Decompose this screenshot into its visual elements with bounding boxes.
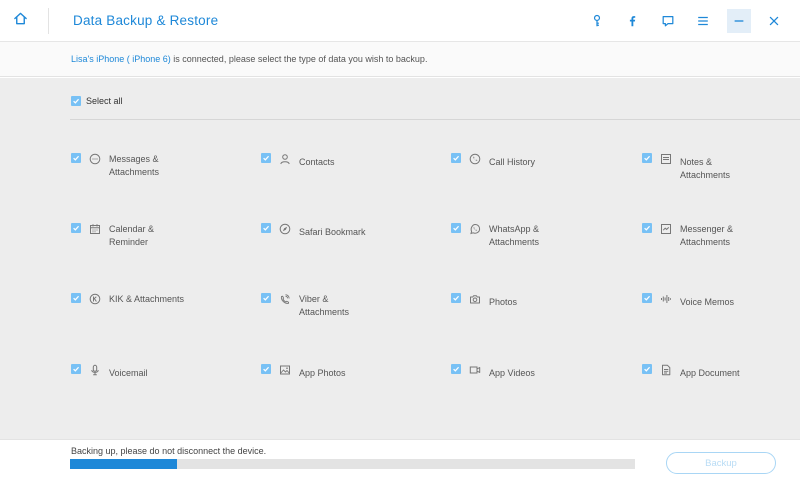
data-type-label: App Photos [299, 368, 346, 378]
progress-bar-fill [70, 459, 178, 469]
data-type-label: App Document [680, 368, 740, 378]
home-icon [13, 11, 28, 31]
compass-icon [279, 223, 291, 235]
checkbox-checked-icon [261, 223, 271, 233]
connection-status: Lisa's iPhone ( iPhone 6) is connected, … [71, 54, 427, 64]
image-icon [279, 364, 291, 376]
checkbox-checked-icon [71, 293, 81, 303]
data-type-voicemail[interactable]: Voicemail [71, 364, 189, 380]
data-type-label: WhatsApp & Attachments [489, 224, 540, 247]
checkbox-checked-icon [451, 153, 461, 163]
data-type-messages[interactable]: Messages & Attachments [71, 153, 189, 178]
note-icon [660, 153, 672, 165]
minimize-icon[interactable] [726, 9, 751, 33]
checkbox-checked-icon [451, 293, 461, 303]
data-type-photos[interactable]: Photos [451, 293, 569, 309]
contact-icon [279, 153, 291, 165]
checkbox-checked-icon [71, 223, 81, 233]
data-type-label: Messenger & Attachments [680, 224, 734, 247]
data-type-label: KIK & Attachments [109, 294, 185, 304]
checkbox-checked-icon [71, 364, 81, 374]
data-type-label: Notes & Attachments [680, 157, 731, 180]
data-type-label: Messages & Attachments [109, 154, 160, 177]
calendar-icon [89, 223, 101, 235]
data-type-calendar[interactable]: Calendar & Reminder [71, 223, 189, 248]
checkbox-checked-icon [451, 364, 461, 374]
app-title: Data Backup & Restore [73, 13, 219, 28]
menu-icon[interactable] [691, 9, 715, 33]
data-type-panel: Select all Messages & Attachments Contac… [0, 78, 800, 439]
select-all-checkbox[interactable]: Select all [71, 96, 123, 106]
data-type-label: App Videos [489, 368, 535, 378]
message-icon [89, 153, 101, 165]
backup-footer: Backing up, please do not disconnect the… [0, 439, 800, 484]
data-type-label: Safari Bookmark [299, 227, 366, 237]
data-type-viber[interactable]: Viber & Attachments [261, 293, 379, 318]
checkbox-checked-icon [642, 153, 652, 163]
select-all-label: Select all [86, 96, 123, 106]
messenger-icon [660, 223, 672, 235]
video-icon [469, 364, 481, 376]
waveform-icon [660, 293, 672, 305]
device-name: Lisa's iPhone ( iPhone 6) [71, 54, 171, 64]
checkbox-checked-icon [642, 364, 652, 374]
data-type-app-document[interactable]: App Document [642, 364, 760, 380]
data-type-label: Photos [489, 297, 518, 307]
data-type-voice-memos[interactable]: Voice Memos [642, 293, 760, 309]
camera-icon [469, 293, 481, 305]
title-divider [48, 8, 49, 34]
checkbox-checked-icon [642, 223, 652, 233]
close-icon[interactable] [762, 9, 786, 33]
phone-icon [469, 153, 481, 165]
data-type-label: Call History [489, 157, 536, 167]
connection-message: is connected, please select the type of … [170, 54, 428, 64]
title-bar: Data Backup & Restore [0, 0, 800, 42]
facebook-icon[interactable] [620, 9, 644, 33]
checkbox-checked-icon [261, 293, 271, 303]
data-type-label: Voice Memos [680, 297, 735, 307]
data-type-app-videos[interactable]: App Videos [451, 364, 569, 380]
data-type-label: Calendar & Reminder [109, 224, 155, 247]
data-type-kik[interactable]: KIK & Attachments [71, 293, 189, 306]
data-type-app-photos[interactable]: App Photos [261, 364, 379, 380]
data-type-whatsapp[interactable]: WhatsApp & Attachments [451, 223, 569, 248]
backup-button[interactable]: Backup [666, 452, 776, 474]
data-type-messenger[interactable]: Messenger & Attachments [642, 223, 760, 248]
progress-message: Backing up, please do not disconnect the… [71, 446, 267, 456]
kik-icon [89, 293, 101, 305]
checkbox-checked-icon [451, 223, 461, 233]
data-type-label: Contacts [299, 157, 335, 167]
divider [70, 119, 800, 120]
document-icon [660, 364, 672, 376]
checkbox-checked-icon [71, 96, 81, 106]
data-type-safari-bookmark[interactable]: Safari Bookmark [261, 223, 379, 239]
data-type-label: Voicemail [109, 368, 148, 378]
data-type-label: Viber & Attachments [299, 294, 350, 317]
checkbox-checked-icon [71, 153, 81, 163]
checkbox-checked-icon [642, 293, 652, 303]
whatsapp-icon [469, 223, 481, 235]
viber-icon [279, 293, 291, 305]
title-actions [573, 9, 786, 33]
microphone-icon [89, 364, 101, 376]
home-button[interactable] [0, 0, 40, 42]
feedback-icon[interactable] [656, 9, 680, 33]
data-type-notes[interactable]: Notes & Attachments [642, 153, 760, 181]
checkbox-checked-icon [261, 364, 271, 374]
progress-bar [70, 459, 635, 469]
data-type-call-history[interactable]: Call History [451, 153, 569, 169]
checkbox-checked-icon [261, 153, 271, 163]
key-icon[interactable] [585, 9, 609, 33]
data-type-contacts[interactable]: Contacts [261, 153, 379, 169]
connection-status-bar: Lisa's iPhone ( iPhone 6) is connected, … [0, 42, 800, 77]
